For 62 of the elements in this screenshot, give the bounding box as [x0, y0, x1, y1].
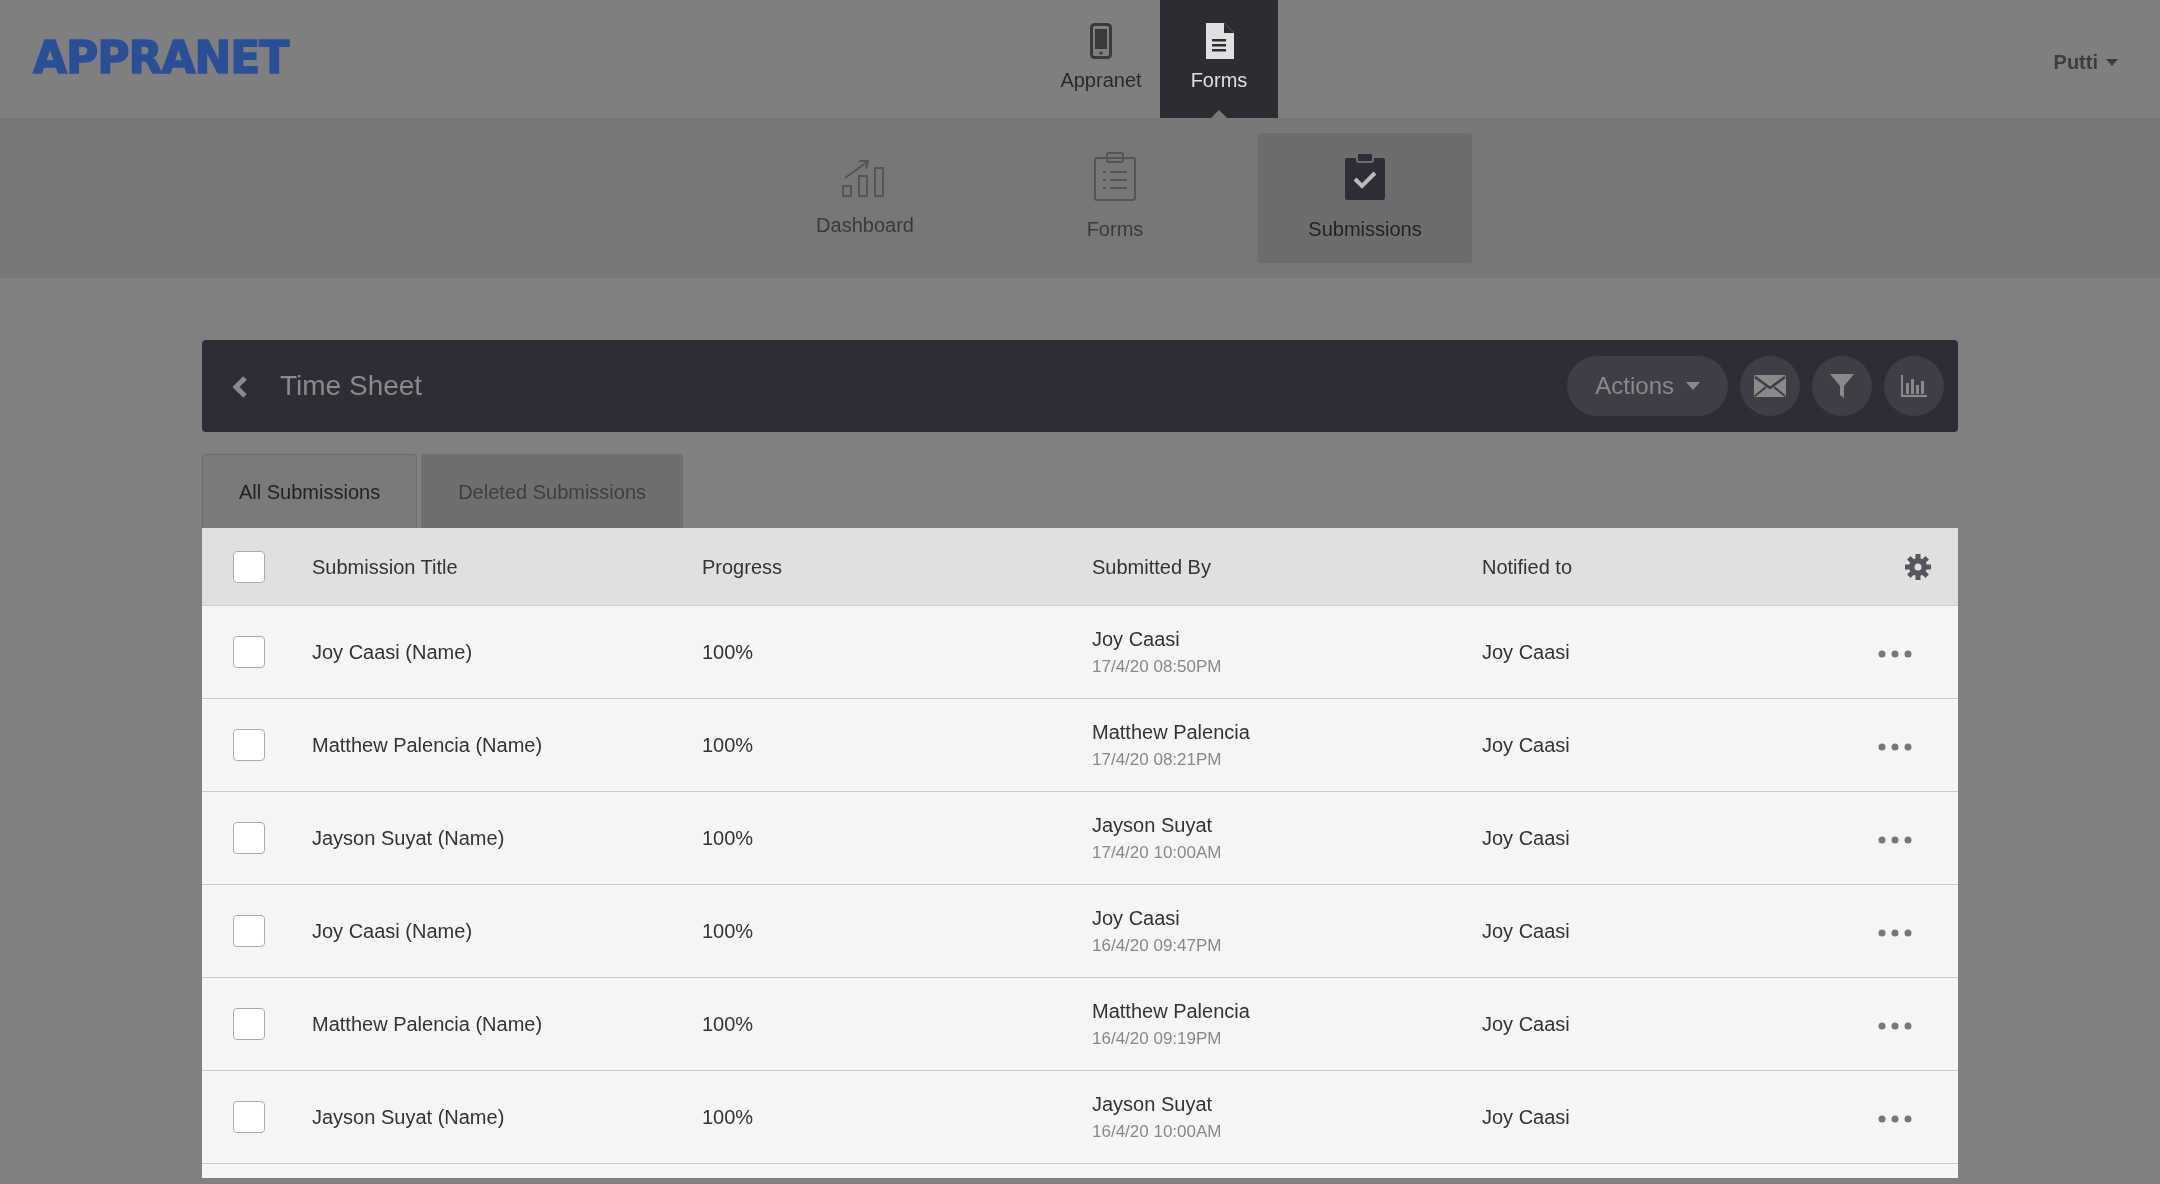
filter-icon — [1830, 374, 1854, 398]
table-cell: Jayson Suyat (Name) — [312, 1106, 505, 1128]
caret-icon — [2106, 58, 2118, 66]
submitter-name: Matthew Palencia — [1092, 720, 1251, 746]
checkbox[interactable] — [233, 915, 265, 947]
submitter-name: Jayson Suyat — [1092, 1092, 1214, 1118]
table-cell: 100% — [702, 827, 754, 849]
submitted-date: 16/4/20 09:19PM — [1092, 1028, 1223, 1051]
checkbox[interactable] — [233, 1101, 265, 1133]
sub-nav-tab[interactable]: Submissions — [1258, 133, 1472, 263]
clipboard-check-icon — [1343, 152, 1387, 202]
table-cell: Joy Caasi — [1482, 1106, 1570, 1128]
brand-logo: APPRANET — [33, 34, 289, 83]
table-cell: Joy Caasi — [1482, 641, 1570, 663]
table-cell: 100% — [702, 1013, 754, 1035]
envelope-icon — [1754, 375, 1786, 397]
table-cell: Jayson Suyat (Name) — [312, 827, 505, 849]
table-cell: 100% — [702, 1106, 754, 1128]
column-header: Submission Title — [312, 555, 458, 578]
page-title: Time Sheet — [280, 369, 424, 403]
table-cell: Joy Caasi — [1482, 827, 1570, 849]
settings-icon[interactable] — [1905, 553, 1931, 580]
table-cell: Joy Caasi (Name) — [312, 641, 473, 663]
column-header: Progress — [702, 555, 783, 578]
sub-nav-tab[interactable]: Forms — [1008, 133, 1222, 263]
checkbox[interactable] — [233, 636, 265, 668]
caret-icon — [1686, 382, 1700, 390]
submitted-date: 17/4/20 10:00AM — [1092, 842, 1223, 865]
table-cell: Matthew Palencia (Name) — [312, 734, 543, 756]
checkbox[interactable] — [233, 729, 265, 761]
submitter-name: Jayson Suyat — [1092, 813, 1214, 839]
phone-icon — [1090, 23, 1112, 59]
table-cell: Joy Caasi (Name) — [312, 920, 473, 942]
checkbox[interactable] — [233, 1008, 265, 1040]
submitted-date: 16/4/20 10:00AM — [1092, 1121, 1223, 1144]
actions-button[interactable]: Actions — [1567, 356, 1728, 416]
user-menu[interactable]: Putti — [2047, 46, 2124, 78]
column-header: Notified to — [1482, 555, 1573, 578]
table-cell: Joy Caasi — [1482, 920, 1570, 942]
document-icon — [1204, 23, 1234, 59]
table-cell: Joy Caasi — [1482, 1013, 1570, 1035]
checkbox[interactable] — [233, 822, 265, 854]
sub-nav-tab[interactable]: Dashboard — [758, 133, 972, 263]
submitter-name: Joy Caasi — [1092, 906, 1181, 932]
column-header: Submitted By — [1092, 555, 1211, 578]
submitter-name: Joy Caasi — [1092, 627, 1181, 653]
submitted-date: 17/4/20 08:21PM — [1092, 749, 1223, 772]
top-nav-tab[interactable]: Appranet — [1042, 0, 1160, 118]
submitter-name: Matthew Palencia — [1092, 999, 1251, 1025]
bar-chart-icon — [1901, 375, 1927, 397]
table-cell: Joy Caasi — [1482, 734, 1570, 756]
submitted-date: 17/4/20 08:50PM — [1092, 656, 1223, 679]
clipboard-list-icon — [1093, 152, 1137, 202]
table-cell: 100% — [702, 641, 754, 663]
table-cell: Matthew Palencia (Name) — [312, 1013, 543, 1035]
top-nav-tab[interactable]: Forms — [1160, 0, 1278, 118]
table-cell: 100% — [702, 734, 754, 756]
back-icon[interactable] — [232, 374, 248, 398]
checkbox[interactable] — [233, 550, 265, 583]
table-cell: 100% — [702, 920, 754, 942]
tab[interactable]: All Submissions — [202, 454, 418, 528]
submitted-date: 16/4/20 09:47PM — [1092, 935, 1223, 958]
